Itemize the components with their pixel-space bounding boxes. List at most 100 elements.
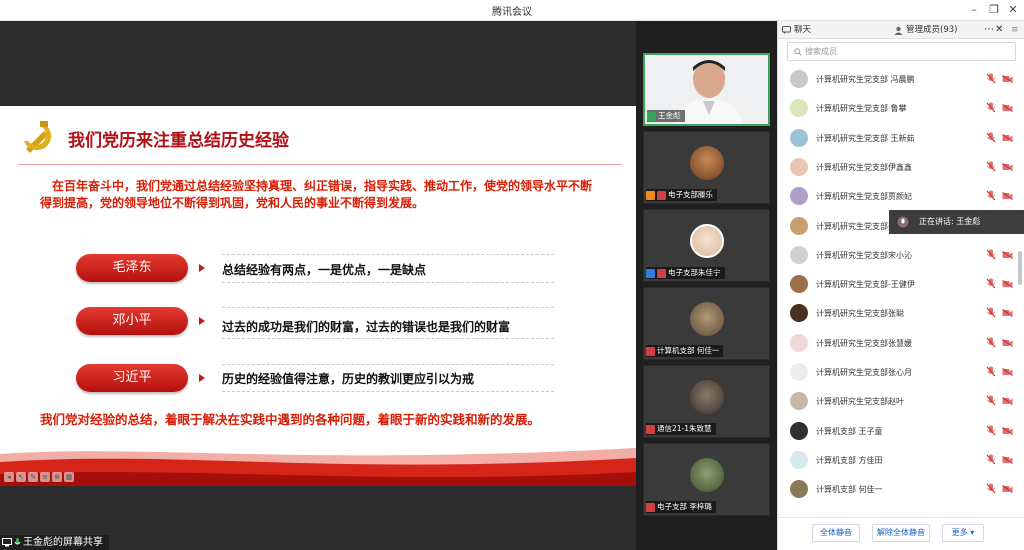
- mic-muted-icon[interactable]: [986, 278, 996, 289]
- mic-muted-icon[interactable]: [986, 483, 996, 494]
- more-button[interactable]: 更多 ▾: [942, 524, 984, 542]
- tab-members[interactable]: 管理成员(93): [894, 21, 957, 39]
- member-row[interactable]: 计算机研究生党支部张慧媛: [778, 329, 1018, 358]
- pointer-icon[interactable]: ↖: [16, 472, 26, 482]
- avatar: [790, 363, 808, 381]
- mic-muted-icon[interactable]: [986, 454, 996, 465]
- member-row[interactable]: 计算机研究生党支部宋小沁: [778, 241, 1018, 270]
- tab-chat[interactable]: 聊天: [782, 21, 811, 39]
- video-tile[interactable]: 电子支部滕乐: [643, 131, 770, 204]
- mic-muted-icon[interactable]: [986, 190, 996, 201]
- prev-icon[interactable]: ◂: [4, 472, 14, 482]
- member-row[interactable]: 计算机支部 王子童: [778, 417, 1018, 446]
- slide-conclusion: 我们党对经验的总结，着眼于解决在实践中遇到的各种问题，着眼于新的实践和新的发展。: [40, 412, 541, 427]
- title-bar: 腾讯会议 – ❐ ✕: [0, 0, 1024, 21]
- camera-off-icon[interactable]: [1002, 368, 1013, 376]
- members-panel: 聊天 管理成员(93) ⋯ ✕ ≡ 搜索成员 计算机研究生党支部 冯晨鹏 计算机研…: [777, 21, 1024, 550]
- avatar: [790, 450, 808, 469]
- mic-muted-icon[interactable]: [986, 73, 996, 84]
- pen-icon[interactable]: ✎: [28, 472, 38, 482]
- mic-muted-icon[interactable]: [986, 337, 996, 348]
- video-tile[interactable]: 电子支部朱佳宁: [643, 209, 770, 282]
- camera-off-icon[interactable]: [1002, 455, 1013, 464]
- unmute-all-button[interactable]: 解除全体静音: [872, 524, 930, 542]
- mic-icon: [647, 111, 656, 121]
- mic-muted-icon[interactable]: [986, 102, 996, 113]
- mic-muted-icon[interactable]: [986, 249, 996, 260]
- member-list-scrollbar[interactable]: [1018, 251, 1022, 285]
- avatar: [690, 380, 724, 414]
- share-owner-label: 王金彪的屏幕共享: [23, 537, 103, 548]
- screen-share-label: 王金彪的屏幕共享: [0, 535, 109, 550]
- member-row[interactable]: 计算机研究生党支部赵叶: [778, 387, 1018, 416]
- camera-off-icon[interactable]: [1002, 485, 1013, 494]
- mic-muted-icon[interactable]: [986, 161, 996, 172]
- avatar: [790, 128, 808, 147]
- member-row[interactable]: 计算机支部 方佳田: [778, 446, 1018, 475]
- camera-off-icon[interactable]: [1002, 250, 1013, 259]
- mic-muted-icon[interactable]: [986, 395, 996, 406]
- arrow-icon: [199, 374, 205, 382]
- member-row[interactable]: 计算机研究生党支部 王新茹: [778, 124, 1018, 153]
- avatar: [790, 216, 808, 235]
- video-tile[interactable]: 计算机支部 何佳一: [643, 287, 770, 360]
- member-row[interactable]: 计算机研究生党支部 鲁攀: [778, 94, 1018, 123]
- camera-off-icon[interactable]: [1002, 192, 1013, 201]
- video-tile[interactable]: 通信21-1朱致慧: [643, 365, 770, 438]
- member-list: 计算机研究生党支部 冯晨鹏 计算机研究生党支部 鲁攀 计算机研究生党支部 王新茹 计算…: [778, 65, 1018, 510]
- avatar: [790, 275, 808, 294]
- mic-muted-icon: [657, 268, 666, 278]
- member-row[interactable]: 计算机研究生党支部伊鑫鑫: [778, 153, 1018, 182]
- camera-off-icon[interactable]: [1002, 104, 1013, 113]
- avatar: [790, 421, 808, 440]
- member-search-input[interactable]: 搜索成员: [787, 42, 1016, 61]
- avatar: [690, 224, 724, 258]
- member-row[interactable]: 计算机研究生党支部张聪: [778, 299, 1018, 328]
- camera-off-icon[interactable]: [1002, 75, 1013, 83]
- arrow-icon: [199, 264, 205, 272]
- avatar: [790, 480, 808, 499]
- camera-off-icon[interactable]: [1002, 280, 1013, 289]
- members-icon: [894, 26, 903, 35]
- participant-name: 通信21-1朱致慧: [657, 424, 712, 433]
- divider: [222, 307, 554, 308]
- mute-all-button[interactable]: 全体静音: [812, 524, 860, 542]
- video-tile[interactable]: 电子支部 李梓璐: [643, 443, 770, 516]
- member-name: 计算机支部 王子童: [816, 426, 883, 436]
- camera-off-icon[interactable]: [1002, 133, 1013, 142]
- avatar: [790, 157, 808, 176]
- search-icon: [794, 47, 802, 56]
- close-panel-icon[interactable]: ✕: [995, 21, 1003, 39]
- member-row[interactable]: 计算机研究生党支部 冯晨鹏: [778, 65, 1018, 94]
- member-row[interactable]: 计算机支部 何佳一: [778, 475, 1018, 504]
- minimize-icon[interactable]: –: [966, 2, 982, 18]
- member-name: 计算机研究生党支部伊鑫鑫: [816, 162, 912, 172]
- member-row[interactable]: 计算机研究生党支部-王健伊: [778, 270, 1018, 299]
- more-options-icon[interactable]: ⋯: [984, 21, 994, 39]
- mic-muted-icon[interactable]: [986, 366, 996, 377]
- restore-icon[interactable]: ❐: [986, 2, 1002, 18]
- leader-quote: 总结经验有两点，一是优点，一是缺点: [222, 263, 427, 277]
- leader-quote: 历史的经验值得注意，历史的教训更应引以为戒: [222, 372, 475, 386]
- close-icon[interactable]: ✕: [1005, 2, 1021, 18]
- member-name: 计算机研究生党支部宋小沁: [816, 250, 912, 260]
- camera-off-icon[interactable]: [1002, 162, 1013, 171]
- panel-menu-icon[interactable]: ≡: [1011, 21, 1019, 39]
- party-emblem-icon: [24, 121, 52, 153]
- camera-off-icon[interactable]: [1002, 397, 1013, 406]
- menu-icon[interactable]: ≡: [40, 472, 50, 482]
- grid-icon[interactable]: ▦: [64, 472, 74, 482]
- mic-muted-icon[interactable]: [986, 132, 996, 143]
- camera-off-icon[interactable]: [1002, 338, 1013, 347]
- avatar: [790, 99, 808, 118]
- member-row[interactable]: 计算机研究生党支部张心月: [778, 358, 1018, 387]
- camera-off-icon[interactable]: [1002, 426, 1013, 435]
- title-divider: [18, 164, 622, 165]
- zoom-icon[interactable]: ⊕: [52, 472, 62, 482]
- leader-badge: 毛泽东: [76, 254, 188, 282]
- mic-muted-icon[interactable]: [986, 425, 996, 436]
- camera-off-icon[interactable]: [1002, 309, 1013, 318]
- video-tile[interactable]: 王金彪: [643, 53, 770, 126]
- member-row[interactable]: 计算机研究生党支部贾颜妃: [778, 182, 1018, 211]
- mic-muted-icon[interactable]: [986, 307, 996, 318]
